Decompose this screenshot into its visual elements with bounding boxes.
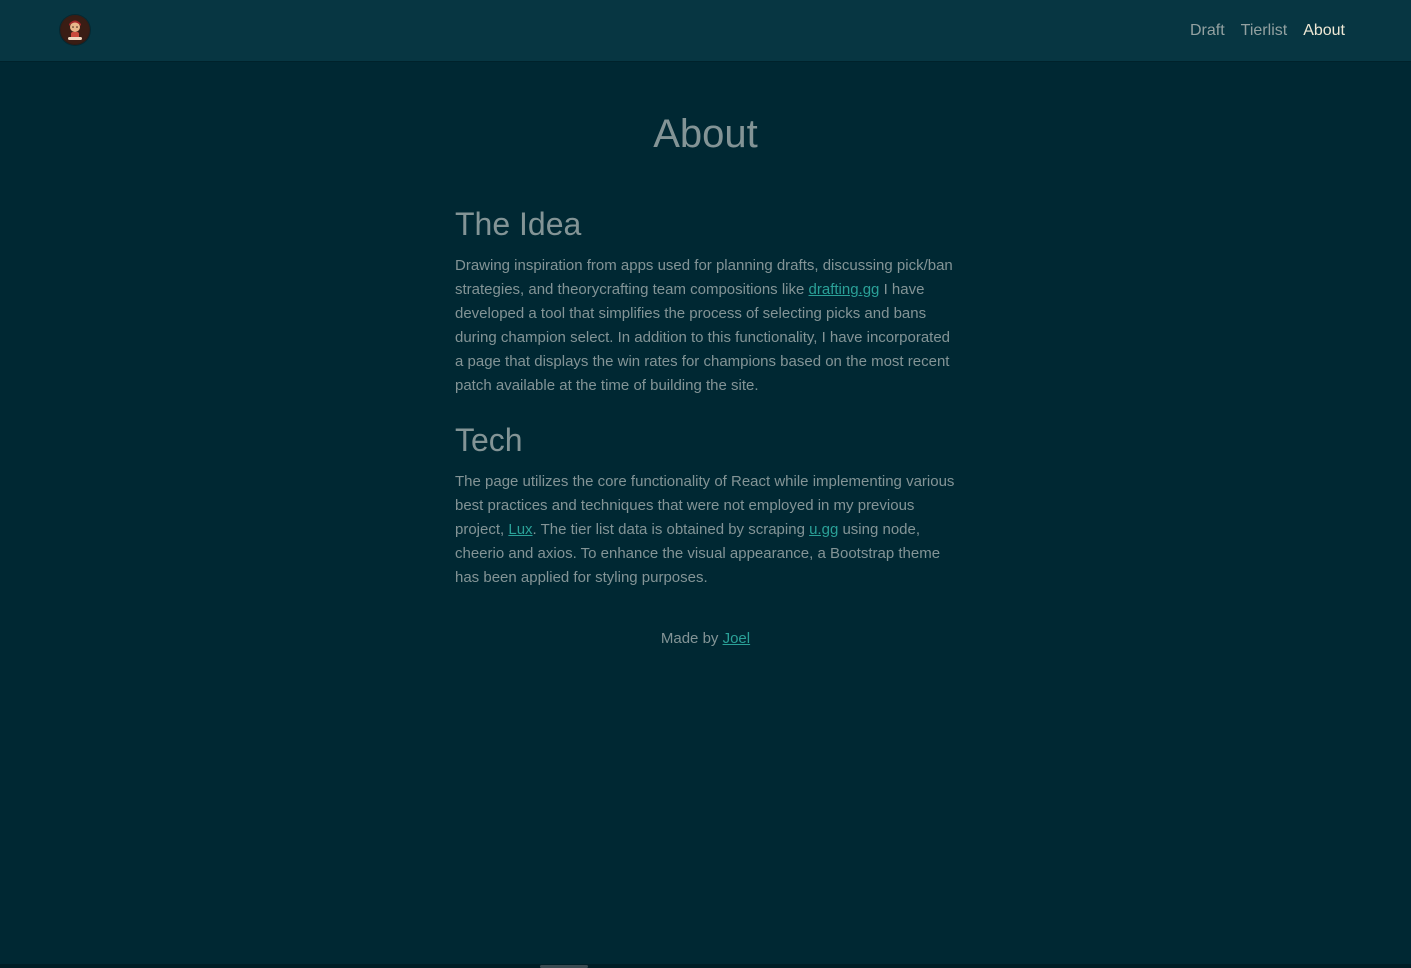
- author-link[interactable]: Joel: [723, 630, 751, 647]
- tech-paragraph: The page utilizes the core functionality…: [455, 470, 960, 590]
- tech-heading: Tech: [455, 422, 523, 458]
- footer-prefix: Made by: [660, 630, 723, 647]
- tech-text-part2: . The tier list data is obtained by scra…: [532, 521, 810, 538]
- idea-section: The Idea Drawing inspiration from apps u…: [455, 202, 960, 398]
- nav-draft-link[interactable]: Draft: [1190, 19, 1225, 43]
- lux-link[interactable]: Lux: [508, 521, 532, 538]
- bottom-scroll-track: [0, 964, 1411, 968]
- about-content: The Idea Drawing inspiration from apps u…: [455, 202, 960, 610]
- main-nav: Draft Tierlist About: [1190, 19, 1345, 43]
- nav-tierlist-link[interactable]: Tierlist: [1241, 19, 1288, 43]
- drafting-gg-link[interactable]: drafting.gg: [809, 281, 880, 298]
- ugg-link[interactable]: u.gg: [809, 521, 838, 538]
- page-footer: Made by Joel: [0, 627, 1411, 651]
- avatar-logo-icon[interactable]: [60, 15, 90, 45]
- idea-paragraph: Drawing inspiration from apps used for p…: [455, 254, 960, 398]
- tech-section: Tech The page utilizes the core function…: [455, 418, 960, 590]
- nav-about-link[interactable]: About: [1303, 19, 1345, 43]
- idea-heading: The Idea: [455, 206, 582, 242]
- top-navbar: Draft Tierlist About: [0, 0, 1411, 61]
- page-title: About: [653, 112, 758, 156]
